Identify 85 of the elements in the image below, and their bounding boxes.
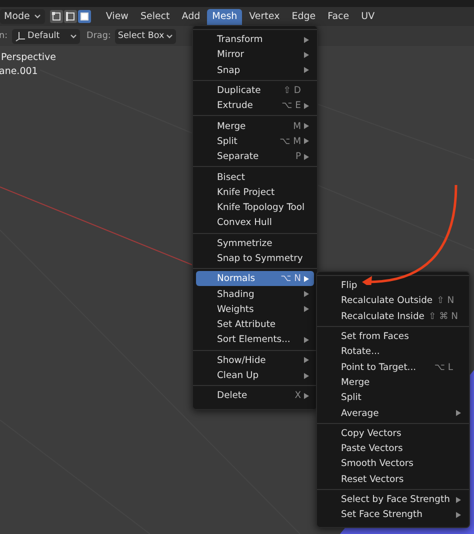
- menu-item[interactable]: Merge: [320, 374, 466, 390]
- shortcut-label: ⇧ ⌘ N: [428, 310, 458, 322]
- menu-item[interactable]: Set from Faces: [320, 328, 466, 344]
- drag-dropdown[interactable]: Select Box: [114, 28, 176, 44]
- menu-item[interactable]: Sort Elements...: [196, 332, 314, 348]
- menu-item[interactable]: Mirror: [196, 47, 314, 63]
- submenu-arrow-icon: [304, 123, 309, 130]
- menu-item[interactable]: Smooth Vectors: [320, 456, 466, 472]
- menu-item[interactable]: Bisect: [196, 169, 314, 185]
- menu-item[interactable]: Duplicate ⇧ D: [196, 82, 314, 98]
- submenu-arrow-icon: [304, 336, 309, 343]
- shortcut-label: ⌥ L: [434, 362, 453, 373]
- menu-item[interactable]: Convex Hull: [196, 215, 314, 231]
- submenu-arrow-icon: [304, 52, 309, 58]
- menu-item[interactable]: Flip: [320, 278, 466, 294]
- menu-item[interactable]: Separate P: [196, 149, 314, 164]
- submenu-arrow-icon: [456, 512, 461, 518]
- edge-select-mode-icon[interactable]: [64, 10, 77, 23]
- submenu-arrow-icon: [304, 306, 309, 312]
- menu-item[interactable]: Set Attribute: [196, 317, 314, 332]
- caret-icon: [70, 34, 77, 38]
- menu-item[interactable]: Select by Face Strength: [320, 492, 466, 508]
- menu-tab[interactable]: Select: [135, 8, 175, 24]
- shortcut-label: ⌥ M: [280, 136, 301, 147]
- submenu-arrow-icon: [304, 102, 309, 109]
- orientation-dropdown[interactable]: Default: [12, 28, 80, 44]
- menu-item[interactable]: Show/Hide: [196, 352, 314, 368]
- menu-item[interactable]: Average: [320, 405, 466, 421]
- submenu-arrow-icon: [304, 67, 309, 74]
- axes-icon: [14, 30, 26, 42]
- shortcut-label: M: [293, 120, 301, 132]
- menu-item[interactable]: Normals ⌥ N: [196, 271, 314, 286]
- shortcut-label: ⌥ E: [282, 100, 301, 112]
- menu-item[interactable]: Point to Target... ⌥ L: [320, 359, 466, 375]
- menu-item[interactable]: Knife Topology Tool: [196, 200, 314, 216]
- caret-icon: [34, 14, 41, 19]
- menu-tab[interactable]: Mesh: [207, 8, 242, 24]
- menu-item[interactable]: Snap to Symmetry: [196, 250, 314, 266]
- orientation-label: n:: [0, 31, 8, 41]
- submenu-arrow-icon: [304, 138, 309, 144]
- mode-dropdown[interactable]: Mode: [0, 9, 45, 24]
- submenu-arrow-icon: [304, 36, 309, 43]
- submenu-arrow-icon: [304, 372, 309, 379]
- drag-label: Drag:: [86, 31, 111, 41]
- shortcut-label: P: [295, 151, 301, 162]
- menu-item[interactable]: Shading: [196, 286, 314, 302]
- submenu-arrow-icon: [304, 392, 309, 399]
- shortcut-label: ⇧ D: [283, 85, 301, 96]
- menu-tab[interactable]: Add: [176, 8, 206, 24]
- menu-tab[interactable]: Edge: [286, 8, 321, 24]
- submenu-arrow-icon: [456, 410, 461, 416]
- submenu-arrow-icon: [304, 291, 309, 298]
- menu-item[interactable]: Clean Up: [196, 368, 314, 384]
- menu-item[interactable]: Copy Vectors: [320, 426, 466, 441]
- menu-item[interactable]: Paste Vectors: [320, 440, 466, 456]
- menu-item[interactable]: Merge M: [196, 118, 314, 134]
- menu-item[interactable]: Split ⌥ M: [196, 134, 314, 150]
- view-name: Perspective: [1, 52, 56, 63]
- submenu-arrow-icon: [304, 357, 309, 364]
- caret-icon: [166, 34, 174, 38]
- menu-item[interactable]: Reset Vectors: [320, 472, 466, 487]
- menu-item[interactable]: Weights: [196, 302, 314, 318]
- menu-item[interactable]: Recalculate Outside ⇧ N: [320, 293, 466, 309]
- face-select-mode-icon[interactable]: [78, 10, 91, 23]
- shortcut-label: X: [294, 390, 301, 402]
- menu-tab[interactable]: UV: [356, 8, 380, 24]
- menu-item[interactable]: Knife Project: [196, 184, 314, 200]
- menu-tab[interactable]: Vertex: [244, 8, 285, 24]
- submenu-arrow-icon: [304, 276, 309, 282]
- vertex-select-mode-icon[interactable]: [50, 10, 63, 23]
- menu-tab[interactable]: Face: [322, 8, 354, 24]
- submenu-arrow-icon: [456, 496, 461, 502]
- menu-tab[interactable]: View: [100, 8, 134, 24]
- menu-item[interactable]: Transform: [196, 32, 314, 48]
- menu-item[interactable]: Symmetrize: [196, 236, 314, 251]
- menu-item[interactable]: Set Face Strength: [320, 507, 466, 522]
- menu-item[interactable]: Recalculate Inside ⇧ ⌘ N: [320, 308, 466, 324]
- submenu-arrow-icon: [304, 154, 309, 160]
- menu-item[interactable]: Split: [320, 390, 466, 406]
- menu-item[interactable]: Extrude ⌥ E: [196, 98, 314, 114]
- shortcut-label: ⌥ N: [280, 273, 301, 284]
- menu-item[interactable]: Delete X: [196, 388, 314, 404]
- menu-item[interactable]: Rotate...: [320, 344, 466, 360]
- menu-item[interactable]: Snap: [196, 62, 314, 78]
- shortcut-label: ⇧ N: [436, 295, 454, 306]
